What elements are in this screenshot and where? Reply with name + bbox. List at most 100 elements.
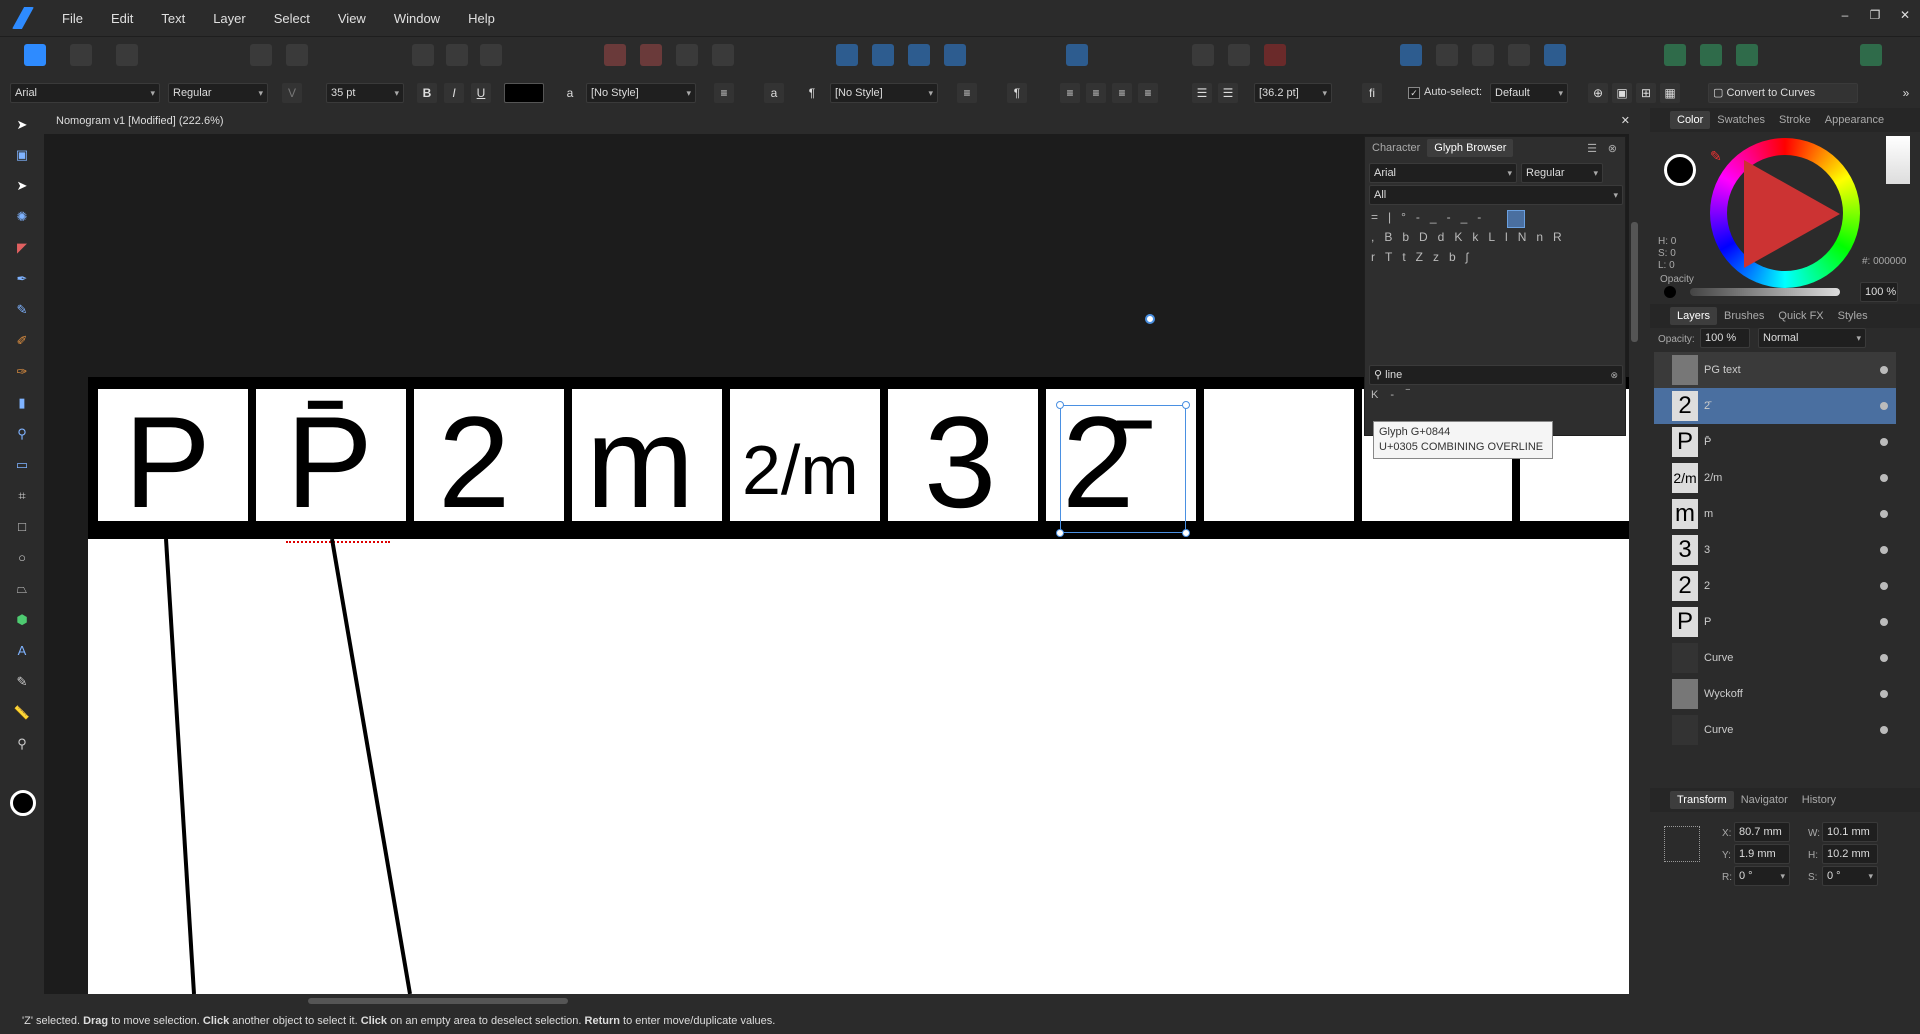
align-right-button[interactable]: ≡	[1112, 83, 1132, 103]
boolean-subtract-icon[interactable]	[1436, 44, 1458, 66]
paint-brush-tool-icon[interactable]: ✑	[11, 361, 33, 383]
boolean-divide-icon[interactable]	[1544, 44, 1566, 66]
measure-tool-icon[interactable]: 📏	[11, 702, 33, 724]
grid-icon[interactable]: ▦	[1660, 83, 1680, 103]
horizontal-scrollbar[interactable]	[44, 994, 1640, 1008]
rotate-right-icon[interactable]	[944, 44, 966, 66]
cell-4[interactable]: m	[572, 389, 722, 527]
node-tool-icon[interactable]: ➤	[11, 175, 33, 197]
leading-field[interactable]: [36.2 pt] ▾	[1254, 83, 1332, 103]
numbered-list-button[interactable]: ☰	[1218, 83, 1238, 103]
char-style-select[interactable]: [No Style] ▾	[586, 83, 696, 103]
h-field[interactable]: 10.2 mm	[1822, 844, 1878, 864]
search-results[interactable]: K-‾	[1371, 389, 1422, 401]
pilcrow-button[interactable]: ¶	[1007, 83, 1027, 103]
corner-tool-icon[interactable]: ◤	[11, 237, 33, 259]
cell-8[interactable]	[1204, 389, 1354, 521]
arrange-front-icon[interactable]	[640, 44, 662, 66]
fill-tool-icon[interactable]: ▮	[11, 392, 33, 414]
bounding-box-icon[interactable]: ▣	[1612, 83, 1632, 103]
menu-select[interactable]: Select	[260, 11, 324, 26]
overflow-chevron-icon[interactable]: »	[1896, 83, 1916, 103]
selection-handle[interactable]	[1182, 401, 1190, 409]
color-picker-tool-icon[interactable]: ✎	[11, 671, 33, 693]
artistic-text-tool-icon[interactable]: A	[11, 640, 33, 662]
selection-handle[interactable]	[1056, 401, 1064, 409]
opacity-field[interactable]: 100 %	[1860, 282, 1898, 302]
align-left-button[interactable]: ≡	[1060, 83, 1080, 103]
insert-inside-icon[interactable]	[1228, 44, 1250, 66]
align-icon[interactable]	[1066, 44, 1088, 66]
tab-stroke[interactable]: Stroke	[1772, 111, 1818, 129]
panel-menu-icon[interactable]: ☰	[1587, 142, 1597, 155]
glyph-search-field[interactable]: ⚲ line ⊗	[1369, 365, 1623, 385]
convert-to-curves-button[interactable]: ▢ Convert to Curves	[1708, 83, 1858, 103]
layer-group-pg-text[interactable]: PG text	[1654, 352, 1896, 388]
w-field[interactable]: 10.1 mm	[1822, 822, 1878, 842]
arrange-forward-icon[interactable]	[676, 44, 698, 66]
glyph-font-select[interactable]: Arial ▾	[1369, 163, 1517, 183]
layer-text-p[interactable]: PP	[1654, 604, 1896, 640]
glyph-subset-select[interactable]: All ▾	[1369, 185, 1623, 205]
tab-appearance[interactable]: Appearance	[1818, 111, 1891, 129]
layer-text-m[interactable]: mm	[1654, 496, 1896, 532]
cell-1[interactable]: P	[98, 389, 248, 527]
menu-help[interactable]: Help	[454, 11, 509, 26]
trapezoid-tool-icon[interactable]: ⏢	[11, 578, 33, 600]
boolean-intersect-icon[interactable]	[1472, 44, 1494, 66]
fill-stroke-swatch[interactable]	[10, 790, 36, 816]
place-image-tool-icon[interactable]: ▭	[11, 454, 33, 476]
shear-field[interactable]: 0 ° ▾	[1822, 866, 1878, 886]
tab-glyph-browser[interactable]: Glyph Browser	[1427, 139, 1514, 157]
menu-window[interactable]: Window	[380, 11, 454, 26]
boolean-xor-icon[interactable]	[1508, 44, 1530, 66]
shape-tool-icon[interactable]: ⬢	[11, 609, 33, 631]
bullet-list-button[interactable]: ☰	[1192, 83, 1212, 103]
show-alignment-icon[interactable]: ⊞	[1636, 83, 1656, 103]
close-panel-icon[interactable]: ⊗	[1608, 142, 1617, 155]
bold-button[interactable]: B	[417, 83, 437, 103]
quick-share-icon[interactable]	[1736, 44, 1758, 66]
menu-view[interactable]: View	[324, 11, 380, 26]
menu-text[interactable]: Text	[147, 11, 199, 26]
tab-navigator[interactable]: Navigator	[1734, 791, 1795, 809]
selection-box[interactable]	[1060, 405, 1186, 533]
arrange-back-icon[interactable]	[604, 44, 626, 66]
account-icon[interactable]	[1860, 44, 1882, 66]
pixel-persona-icon[interactable]	[70, 44, 92, 66]
autoselect-checkbox[interactable]: ✓	[1408, 87, 1420, 99]
crop-tool-icon[interactable]: ⌗	[11, 485, 33, 507]
transparency-tool-icon[interactable]: ⚲	[11, 423, 33, 445]
assistant-icon[interactable]	[1664, 44, 1686, 66]
arrange-backward-icon[interactable]	[712, 44, 734, 66]
layer-curve[interactable]: Curve	[1654, 640, 1896, 676]
justify-button[interactable]: ≡	[1138, 83, 1158, 103]
cell-2[interactable]: P̄	[256, 389, 406, 543]
layer-text-p-overline[interactable]: P P̄	[1654, 424, 1896, 460]
layer-text-2-overline[interactable]: 2 2̄	[1654, 388, 1896, 424]
blend-mode-select[interactable]: Normal ▾	[1758, 328, 1866, 348]
close-window-button[interactable]: ✕	[1890, 0, 1920, 30]
font-size-field[interactable]: 35 pt ▾	[326, 83, 404, 103]
glyph-grid[interactable]: =|°-_-_- ,BbDdKkLlNnR rTtZzbʃ	[1371, 207, 1621, 267]
settings-icon[interactable]	[250, 44, 272, 66]
rotation-field[interactable]: 0 ° ▾	[1734, 866, 1790, 886]
rotate-left-icon[interactable]	[908, 44, 930, 66]
cell-5[interactable]: 2/m	[730, 389, 880, 521]
maximize-button[interactable]: ❐	[1860, 0, 1890, 30]
tab-history[interactable]: History	[1795, 791, 1843, 809]
selection-handle[interactable]	[1056, 529, 1064, 537]
opacity-slider[interactable]	[1690, 288, 1840, 296]
tab-color[interactable]: Color	[1670, 111, 1711, 129]
rectangle-tool-icon[interactable]: □	[11, 516, 33, 538]
underline-button[interactable]: U	[471, 83, 491, 103]
tab-layers[interactable]: Layers	[1670, 307, 1718, 325]
para-style-menu-icon[interactable]: ≡	[957, 83, 977, 103]
rotation-handle[interactable]	[1145, 314, 1155, 324]
snapping-manager-icon[interactable]	[1700, 44, 1722, 66]
snap-grid-icon[interactable]	[446, 44, 468, 66]
anchor-selector[interactable]	[1664, 826, 1700, 862]
pen-tool-icon[interactable]: ✒	[11, 268, 33, 290]
flip-horizontal-icon[interactable]	[836, 44, 858, 66]
ellipse-tool-icon[interactable]: ○	[11, 547, 33, 569]
